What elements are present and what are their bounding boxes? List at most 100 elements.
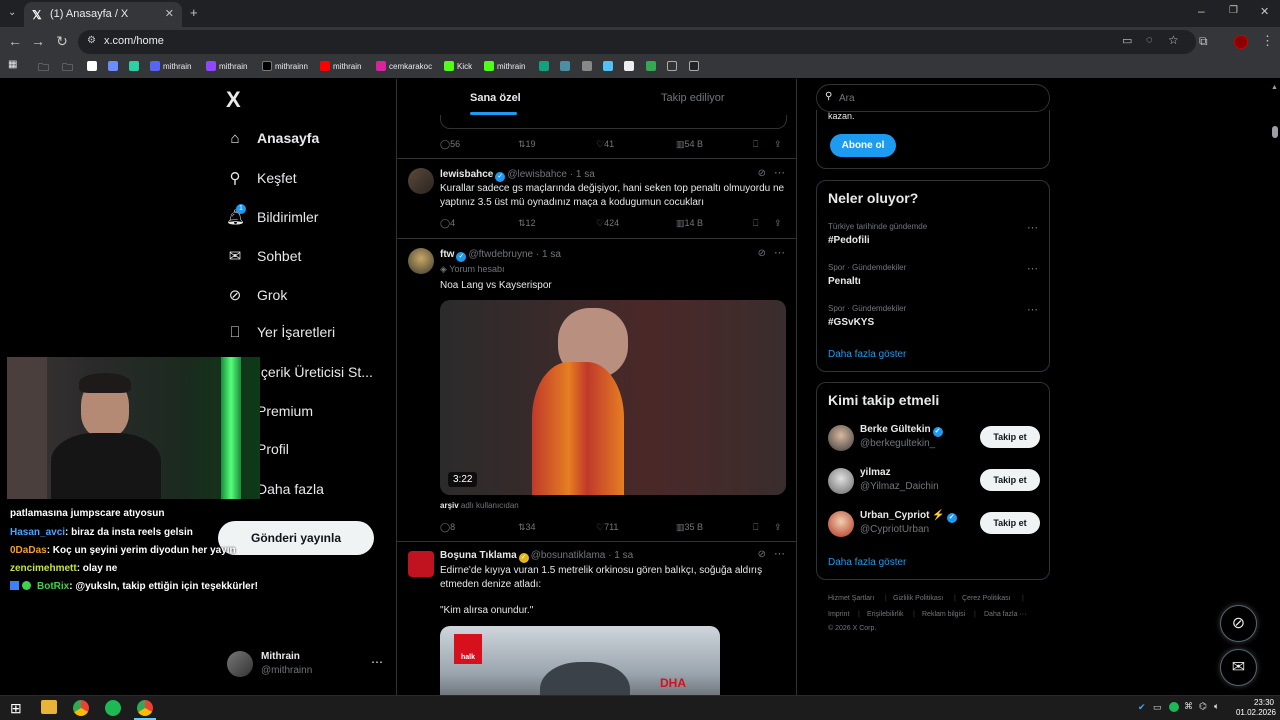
bookmark-kick-mithrain[interactable]: mithrain (484, 61, 525, 71)
bookmark-item[interactable] (129, 61, 142, 71)
more-icon[interactable]: ⋯ (1027, 262, 1038, 275)
avatar[interactable] (408, 168, 434, 194)
network-icon[interactable]: ⌘ (1184, 701, 1193, 712)
bookmark-item[interactable] (603, 61, 616, 71)
post-button[interactable]: Gönderi yayınla (218, 521, 374, 555)
restore-icon[interactable]: ❐ (1229, 5, 1238, 16)
nav-home[interactable]: ⌂ Anasayfa (226, 130, 319, 147)
bookmark-item[interactable] (667, 61, 680, 71)
nav-bookmarks[interactable]: ⎕ Yer İşaretleri (226, 324, 335, 341)
more-icon[interactable]: ⋯ (1027, 303, 1038, 316)
show-more-follow-link[interactable]: Daha fazla göster (828, 557, 906, 568)
tab-following[interactable]: Takip ediliyor (661, 92, 725, 104)
browser-tab[interactable]: 𝕏 (1) Anasayfa / X ✕ (24, 2, 182, 27)
reply-button[interactable]: ◯ 4 (440, 218, 455, 229)
new-tab-icon[interactable]: + (190, 5, 198, 20)
more-icon[interactable]: ⋯ (774, 246, 785, 259)
footer-link[interactable]: Erişilebilirlik (867, 611, 904, 618)
footer-link[interactable]: Çerez Politikası (962, 595, 1011, 602)
site-info-icon[interactable]: ⚙ (87, 35, 96, 46)
repost-button[interactable]: ⇅ 34 (518, 522, 536, 533)
messages-fab-icon[interactable]: ✉ (1220, 649, 1257, 686)
views-button[interactable]: ▥ 35 B (676, 522, 703, 533)
more-icon[interactable]: ⋯ (774, 166, 785, 179)
folder-icon[interactable]: 🗀 (62, 59, 73, 78)
x-logo-icon[interactable]: X (226, 87, 241, 113)
page-scrollbar[interactable] (1272, 126, 1278, 138)
chrome-icon[interactable] (73, 700, 89, 716)
search-input[interactable]: ⚲ Ara (816, 84, 1050, 112)
reply-button[interactable]: ◯ 8 (440, 522, 455, 533)
volume-icon[interactable]: 🔈︎ (1214, 701, 1219, 712)
avatar[interactable] (828, 425, 854, 451)
file-explorer-icon[interactable] (41, 700, 57, 714)
avatar[interactable] (408, 248, 434, 274)
bookmark-instagram[interactable]: cemkarakoc (376, 61, 432, 71)
scroll-up-icon[interactable]: ▲ (1271, 84, 1278, 91)
tab-for-you[interactable]: Sana özel (470, 92, 521, 104)
clock-date[interactable]: 01.02.2026 (1230, 708, 1276, 717)
subscribe-button[interactable]: Abone ol (830, 134, 896, 157)
show-more-trends-link[interactable]: Daha fazla göster (828, 349, 906, 360)
share-button[interactable]: ⇪ (774, 139, 782, 150)
hide-icon[interactable]: ◌ (1146, 34, 1153, 46)
trend-item[interactable]: #Pedofili (828, 235, 870, 246)
close-tab-icon[interactable]: ✕ (165, 7, 174, 20)
follow-button[interactable]: Takip et (980, 512, 1040, 534)
avatar[interactable] (828, 511, 854, 537)
windows-start-icon[interactable]: ⊞ (10, 700, 22, 717)
bookmark-item[interactable] (624, 61, 637, 71)
repost-button[interactable]: ⇅ 12 (518, 218, 536, 229)
views-button[interactable]: ▥ 54 B (676, 139, 703, 150)
cast-icon[interactable]: ▭ (1122, 34, 1132, 47)
bookmark-x[interactable]: mithrainn (262, 61, 308, 71)
more-icon[interactable]: ⋯ (774, 547, 785, 560)
close-window-icon[interactable]: ✕ (1260, 5, 1269, 18)
follow-button[interactable]: Takip et (980, 426, 1040, 448)
bookmark-kick[interactable]: Kick (444, 61, 472, 71)
browser-menu-icon[interactable]: ⋮ (1261, 33, 1274, 49)
nav-grok[interactable]: ⊘ Grok (226, 286, 288, 304)
spotify-icon[interactable] (105, 700, 121, 716)
more-icon[interactable]: ⋯ (1027, 221, 1038, 234)
spotify-tray-icon[interactable] (1169, 702, 1179, 712)
bookmark-maps[interactable] (646, 61, 659, 71)
avatar[interactable] (828, 468, 854, 494)
like-button[interactable]: ♡ 711 (596, 522, 618, 533)
clock-time[interactable]: 23:30 (1238, 698, 1274, 707)
bookmark-item[interactable] (560, 61, 573, 71)
forward-icon[interactable]: → (29, 33, 47, 49)
like-button[interactable]: ♡ 424 (596, 218, 619, 229)
back-icon[interactable]: ← (6, 33, 24, 49)
nav-chat[interactable]: ✉ Sohbet (226, 247, 302, 265)
tray-icon[interactable]: ⌬ (1199, 701, 1207, 712)
nav-notifications[interactable]: 🔔︎ Bildirimler 1 (226, 204, 318, 226)
account-menu-icon[interactable]: ⋯ (371, 655, 383, 669)
share-button[interactable]: ⇪ (774, 218, 782, 229)
bookmark-star-icon[interactable]: ☆ (1168, 33, 1179, 47)
bookmark-item[interactable] (539, 61, 552, 71)
bookmark-item[interactable] (689, 61, 702, 71)
extensions-icon[interactable]: ⧉ (1199, 34, 1208, 49)
footer-link[interactable]: Hizmet Şartları (828, 595, 874, 602)
repost-button[interactable]: ⇅ 19 (518, 139, 536, 150)
avatar[interactable] (408, 551, 434, 577)
folder-icon[interactable]: 🗀 (38, 59, 49, 78)
footer-link[interactable]: Imprint (828, 611, 849, 618)
bookmark-button[interactable]: ⎕ (753, 522, 758, 533)
trend-item[interactable]: Penaltı (828, 276, 861, 287)
chrome-active-icon[interactable] (137, 700, 153, 716)
bookmark-item[interactable] (108, 61, 121, 71)
account-avatar[interactable] (227, 651, 253, 677)
post-image[interactable]: halk DHA (440, 626, 720, 695)
minimize-icon[interactable]: – (1198, 4, 1205, 18)
tray-icon[interactable]: ▭ (1153, 702, 1162, 713)
bookmark-item[interactable] (87, 61, 100, 71)
bookmark-twitch[interactable]: mithrain (206, 61, 247, 71)
reply-button[interactable]: ◯ 56 (440, 139, 460, 150)
profile-avatar-icon[interactable] (1234, 35, 1248, 49)
post-video[interactable]: 3:22 (440, 300, 786, 495)
bookmark-button[interactable]: ⎕ (753, 139, 758, 150)
grok-icon[interactable]: ⊘ (758, 248, 766, 259)
nav-explore[interactable]: ⚲ Keşfet (226, 169, 297, 187)
